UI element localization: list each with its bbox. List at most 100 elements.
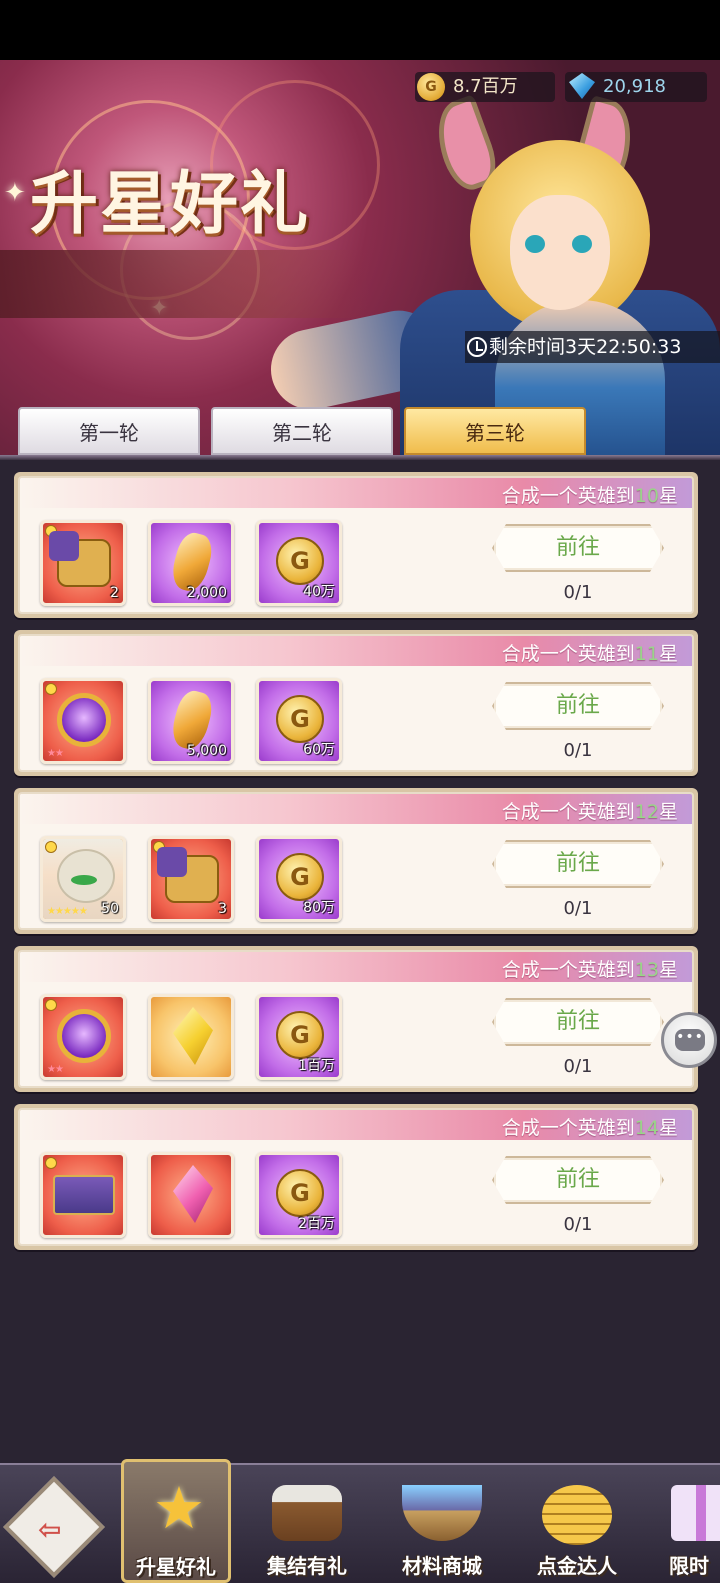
quest-title: 合成一个英雄到10星 — [501, 485, 678, 507]
nav-item-limited[interactable]: 限时 — [657, 1471, 720, 1579]
quest-title: 合成一个英雄到11星 — [501, 643, 678, 665]
gold-amount: 8.7百万 — [453, 76, 518, 97]
gold-coin-icon: G — [276, 853, 324, 901]
reward-qty: 3 — [218, 901, 227, 917]
countdown-timer: 剩余时间3天22:50:33 — [465, 331, 720, 363]
go-button[interactable]: 前往 — [492, 524, 664, 572]
event-title: 升星好礼 — [30, 164, 311, 244]
gold-coin-icon: G — [276, 1011, 324, 1059]
yellow-gem-icon — [173, 1007, 213, 1065]
reward-item[interactable]: ★★ — [40, 678, 126, 764]
go-button[interactable]: 前往 — [492, 1156, 664, 1204]
quest-progress: 0/1 — [563, 740, 593, 761]
reward-qty: 2,000 — [186, 585, 227, 601]
nav-item-gold-master[interactable]: 点金达人 — [522, 1471, 632, 1579]
timer-value: 3天22:50:33 — [565, 336, 682, 358]
reward-qty: 50 — [101, 901, 119, 917]
tab-round-2[interactable]: 第二轮 — [211, 407, 393, 455]
star-rating-icon: ★★ — [47, 748, 64, 759]
tab-divider — [0, 455, 720, 460]
reward-item[interactable]: 2,000 — [148, 520, 234, 606]
quest-title: 合成一个英雄到14星 — [501, 1117, 678, 1139]
back-button[interactable]: ⇦ — [0, 1471, 110, 1579]
hero-ring-icon — [57, 1009, 111, 1063]
title-ribbon — [0, 250, 370, 318]
nav-item-material-shop[interactable]: 材料商城 — [387, 1471, 497, 1579]
reward-qty: 5,000 — [186, 743, 227, 759]
reward-qty: 2百万 — [298, 1216, 335, 1232]
quest-card: 合成一个英雄到12星 ★★★★★ 50 3 G 80万 前往 0/1 — [14, 788, 698, 934]
quest-header: 合成一个英雄到12星 — [20, 794, 692, 824]
nav-label: 限时 — [669, 1554, 709, 1578]
reward-item[interactable]: 3 — [148, 836, 234, 922]
quest-header: 合成一个英雄到11星 — [20, 636, 692, 666]
coins-icon — [542, 1485, 612, 1545]
hero-character-art — [263, 94, 720, 460]
gift-icon — [671, 1485, 720, 1541]
gem-amount: 20,918 — [603, 76, 666, 97]
quest-card: 合成一个英雄到10星 2 2,000 G 40万 前往 0/1 — [14, 472, 698, 618]
reward-qty: 60万 — [303, 742, 335, 758]
puzzle-icon — [157, 847, 219, 903]
gold-coin-icon: G — [276, 537, 324, 585]
bowl-icon — [402, 1485, 482, 1541]
chat-button[interactable]: ••• — [661, 1012, 717, 1068]
reward-item[interactable]: G 40万 — [256, 520, 342, 606]
quest-card: 合成一个英雄到13星 ★★ G 1百万 前往 0/1 — [14, 946, 698, 1092]
gold-coin-icon: G — [276, 1169, 324, 1217]
star-rating-icon: ★★★★★ — [47, 906, 88, 917]
reward-qty: 2 — [110, 585, 119, 601]
star-rating-icon: ★★ — [47, 1064, 64, 1075]
chest-icon — [53, 1175, 115, 1215]
puzzle-icon — [49, 531, 111, 587]
reward-item[interactable]: G 1百万 — [256, 994, 342, 1080]
exit-arrow-icon: ⇦ — [38, 1513, 62, 1546]
reward-item[interactable]: ★★ — [40, 994, 126, 1080]
quest-header: 合成一个英雄到14星 — [20, 1110, 692, 1140]
status-bar — [0, 0, 720, 60]
reward-item[interactable]: 2 — [40, 520, 126, 606]
gem-counter: 20,918 — [565, 72, 707, 102]
quest-header: 合成一个英雄到10星 — [20, 478, 692, 508]
chat-bubble-icon: ••• — [675, 1029, 705, 1051]
tab-round-1[interactable]: 第一轮 — [18, 407, 200, 455]
reward-item[interactable] — [148, 994, 234, 1080]
quest-card: 合成一个英雄到14星 G 2百万 前往 0/1 — [14, 1104, 698, 1250]
go-button[interactable]: 前往 — [492, 840, 664, 888]
reward-item[interactable]: G 60万 — [256, 678, 342, 764]
reward-item[interactable] — [40, 1152, 126, 1238]
nav-label: 点金达人 — [537, 1554, 617, 1578]
pink-gem-icon — [173, 1165, 213, 1223]
bottom-nav: ⇦ ★ 升星好礼 集结有礼 材料商城 点金达人 限时 — [0, 1459, 720, 1583]
star-icon: ★ — [153, 1474, 205, 1542]
nav-item-star-gift[interactable]: ★ 升星好礼 — [121, 1459, 231, 1583]
nav-item-rally-gift[interactable]: 集结有礼 — [252, 1471, 362, 1579]
event-banner: ✦ ✦ ✦ — [0, 60, 720, 460]
go-button[interactable]: 前往 — [492, 682, 664, 730]
gold-coin-icon: G — [417, 73, 445, 101]
quest-progress: 0/1 — [563, 1214, 593, 1235]
app-root: ✦ ✦ ✦ 升星好礼 G 8.7百万 20,918 剩余时间3天22:50:33… — [0, 0, 720, 1583]
tab-round-3[interactable]: 第三轮 — [404, 407, 586, 455]
gold-coin-icon: G — [276, 695, 324, 743]
go-button[interactable]: 前往 — [492, 998, 664, 1046]
quest-title: 合成一个英雄到12星 — [501, 801, 678, 823]
reward-item[interactable]: ★★★★★ 50 — [40, 836, 126, 922]
reward-item[interactable]: G 80万 — [256, 836, 342, 922]
reward-qty: 80万 — [303, 900, 335, 916]
quest-card: 合成一个英雄到11星 ★★ 5,000 G 60万 前往 0/1 — [14, 630, 698, 776]
clock-icon — [467, 337, 487, 357]
reward-qty: 1百万 — [298, 1058, 335, 1074]
reward-item[interactable] — [148, 1152, 234, 1238]
barrel-icon — [272, 1485, 342, 1541]
quest-title: 合成一个英雄到13星 — [501, 959, 678, 981]
hero-ring-icon — [57, 693, 111, 747]
gold-counter: G 8.7百万 — [415, 72, 555, 102]
reward-item[interactable]: 5,000 — [148, 678, 234, 764]
quest-progress: 0/1 — [563, 582, 593, 603]
quest-progress: 0/1 — [563, 1056, 593, 1077]
reward-item[interactable]: G 2百万 — [256, 1152, 342, 1238]
nav-label: 集结有礼 — [267, 1554, 347, 1578]
timer-prefix: 剩余时间 — [489, 336, 566, 358]
nav-label: 升星好礼 — [136, 1555, 216, 1579]
